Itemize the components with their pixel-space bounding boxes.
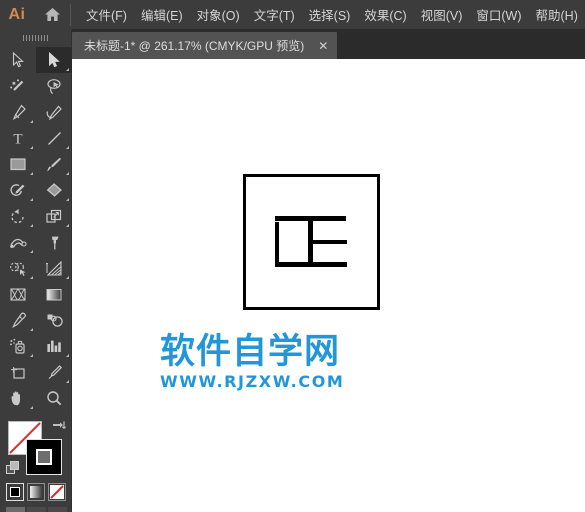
hand-tool[interactable] bbox=[0, 385, 36, 411]
menu-object[interactable]: 对象(O) bbox=[190, 0, 247, 29]
menu-bar: Ai 文件(F) 编辑(E) 对象(O) 文字(T) 选择(S) 效果(C) 视… bbox=[0, 0, 585, 29]
tool-flyout-indicator bbox=[66, 198, 69, 201]
tool-flyout-indicator bbox=[30, 276, 33, 279]
menu-help[interactable]: 帮助(H) bbox=[529, 0, 585, 29]
menu-file[interactable]: 文件(F) bbox=[79, 0, 134, 29]
draw-mode-row bbox=[6, 507, 67, 512]
grip-dots-icon bbox=[22, 35, 49, 41]
selection-tool[interactable] bbox=[0, 47, 36, 73]
menu-view[interactable]: 视图(V) bbox=[414, 0, 470, 29]
tool-flyout-indicator bbox=[30, 354, 33, 357]
zheng-middle-right-stroke[interactable] bbox=[313, 240, 347, 244]
tool-flyout-indicator bbox=[30, 406, 33, 409]
shaper-tool[interactable] bbox=[0, 177, 36, 203]
blend-tool[interactable] bbox=[36, 307, 72, 333]
document-tab-bar: « 未标题-1* @ 261.17% (CMYK/GPU 预览) ✕ bbox=[0, 29, 585, 59]
close-icon[interactable]: ✕ bbox=[318, 40, 328, 52]
color-mode-button[interactable] bbox=[6, 483, 24, 501]
type-tool[interactable]: T bbox=[0, 125, 36, 151]
menu-window[interactable]: 窗口(W) bbox=[469, 0, 528, 29]
watermark-url-text: WWW.RJZXW.COM bbox=[160, 372, 345, 391]
zoom-tool[interactable] bbox=[36, 385, 72, 411]
width-tool[interactable] bbox=[0, 229, 36, 255]
tool-flyout-indicator bbox=[30, 328, 33, 331]
tool-flyout-indicator bbox=[30, 198, 33, 201]
mesh-tool[interactable] bbox=[0, 281, 36, 307]
tools-panel: T bbox=[0, 30, 72, 512]
ai-logo: Ai bbox=[8, 5, 26, 23]
shape-builder-tool[interactable] bbox=[0, 255, 36, 281]
zheng-bottom-stroke[interactable] bbox=[275, 262, 347, 267]
symbol-sprayer-tool[interactable] bbox=[0, 333, 36, 359]
eyedropper-tool[interactable] bbox=[0, 307, 36, 333]
tool-flyout-indicator bbox=[30, 172, 33, 175]
document-canvas[interactable]: 软件自学网 WWW.RJZXW.COM bbox=[72, 59, 585, 512]
zheng-vertical-left-stroke[interactable] bbox=[275, 222, 279, 266]
magic-wand-tool[interactable] bbox=[0, 73, 36, 99]
tool-flyout-indicator bbox=[66, 224, 69, 227]
gradient-mode-button[interactable] bbox=[27, 483, 45, 501]
tool-flyout-indicator bbox=[66, 380, 69, 383]
curvature-tool[interactable] bbox=[36, 99, 72, 125]
watermark: 软件自学网 WWW.RJZXW.COM bbox=[160, 332, 345, 392]
eraser-tool[interactable] bbox=[36, 177, 72, 203]
lasso-tool[interactable] bbox=[36, 73, 72, 99]
tool-flyout-indicator bbox=[30, 120, 33, 123]
tool-flyout-indicator bbox=[30, 146, 33, 149]
svg-text:T: T bbox=[13, 132, 22, 147]
column-graph-tool[interactable] bbox=[36, 333, 72, 359]
illustrator-window: Ai 文件(F) 编辑(E) 对象(O) 文字(T) 选择(S) 效果(C) 视… bbox=[0, 0, 585, 512]
free-transform-tool[interactable] bbox=[36, 229, 72, 255]
tool-flyout-indicator bbox=[66, 68, 69, 71]
stroke-swatch[interactable] bbox=[26, 439, 62, 475]
rotate-tool[interactable] bbox=[0, 203, 36, 229]
scale-tool[interactable] bbox=[36, 203, 72, 229]
tool-flyout-indicator bbox=[66, 172, 69, 175]
draw-inside-button[interactable] bbox=[48, 507, 67, 512]
tool-flyout-indicator bbox=[30, 224, 33, 227]
menu-separator bbox=[70, 3, 71, 26]
document-tab[interactable]: 未标题-1* @ 261.17% (CMYK/GPU 预览) ✕ bbox=[72, 32, 338, 59]
gradient-tool[interactable] bbox=[36, 281, 72, 307]
slice-tool[interactable] bbox=[36, 359, 72, 385]
menu-edit[interactable]: 编辑(E) bbox=[134, 0, 190, 29]
line-segment-tool[interactable] bbox=[36, 125, 72, 151]
home-icon[interactable] bbox=[34, 0, 70, 29]
paint-mode-row bbox=[6, 483, 66, 501]
color-controls bbox=[0, 417, 72, 512]
perspective-grid-tool[interactable] bbox=[36, 255, 72, 281]
stroke-swatch-inner bbox=[36, 449, 52, 465]
menu-effect[interactable]: 效果(C) bbox=[357, 0, 413, 29]
swap-fill-stroke-icon[interactable] bbox=[53, 419, 67, 437]
draw-behind-button[interactable] bbox=[27, 507, 46, 512]
menu-item-list: 文件(F) 编辑(E) 对象(O) 文字(T) 选择(S) 效果(C) 视图(V… bbox=[73, 0, 585, 29]
pen-tool[interactable] bbox=[0, 99, 36, 125]
watermark-chinese-text: 软件自学网 bbox=[160, 332, 341, 372]
tool-flyout-indicator bbox=[66, 276, 69, 279]
default-fill-stroke-icon[interactable] bbox=[6, 461, 20, 480]
tool-grid: T bbox=[0, 46, 72, 411]
tool-flyout-indicator bbox=[66, 146, 69, 149]
tool-flyout-indicator bbox=[66, 354, 69, 357]
menu-select[interactable]: 选择(S) bbox=[302, 0, 358, 29]
draw-normal-button[interactable] bbox=[6, 507, 25, 512]
artboard-tool[interactable] bbox=[0, 359, 36, 385]
panel-grip[interactable] bbox=[0, 30, 71, 46]
direct-selection-tool[interactable] bbox=[36, 47, 72, 73]
paintbrush-tool[interactable] bbox=[36, 151, 72, 177]
menu-type[interactable]: 文字(T) bbox=[247, 0, 302, 29]
rectangle-tool[interactable] bbox=[0, 151, 36, 177]
document-tab-label: 未标题-1* @ 261.17% (CMYK/GPU 预览) bbox=[84, 39, 305, 53]
none-mode-button[interactable] bbox=[48, 483, 66, 501]
tool-flyout-indicator bbox=[30, 250, 33, 253]
